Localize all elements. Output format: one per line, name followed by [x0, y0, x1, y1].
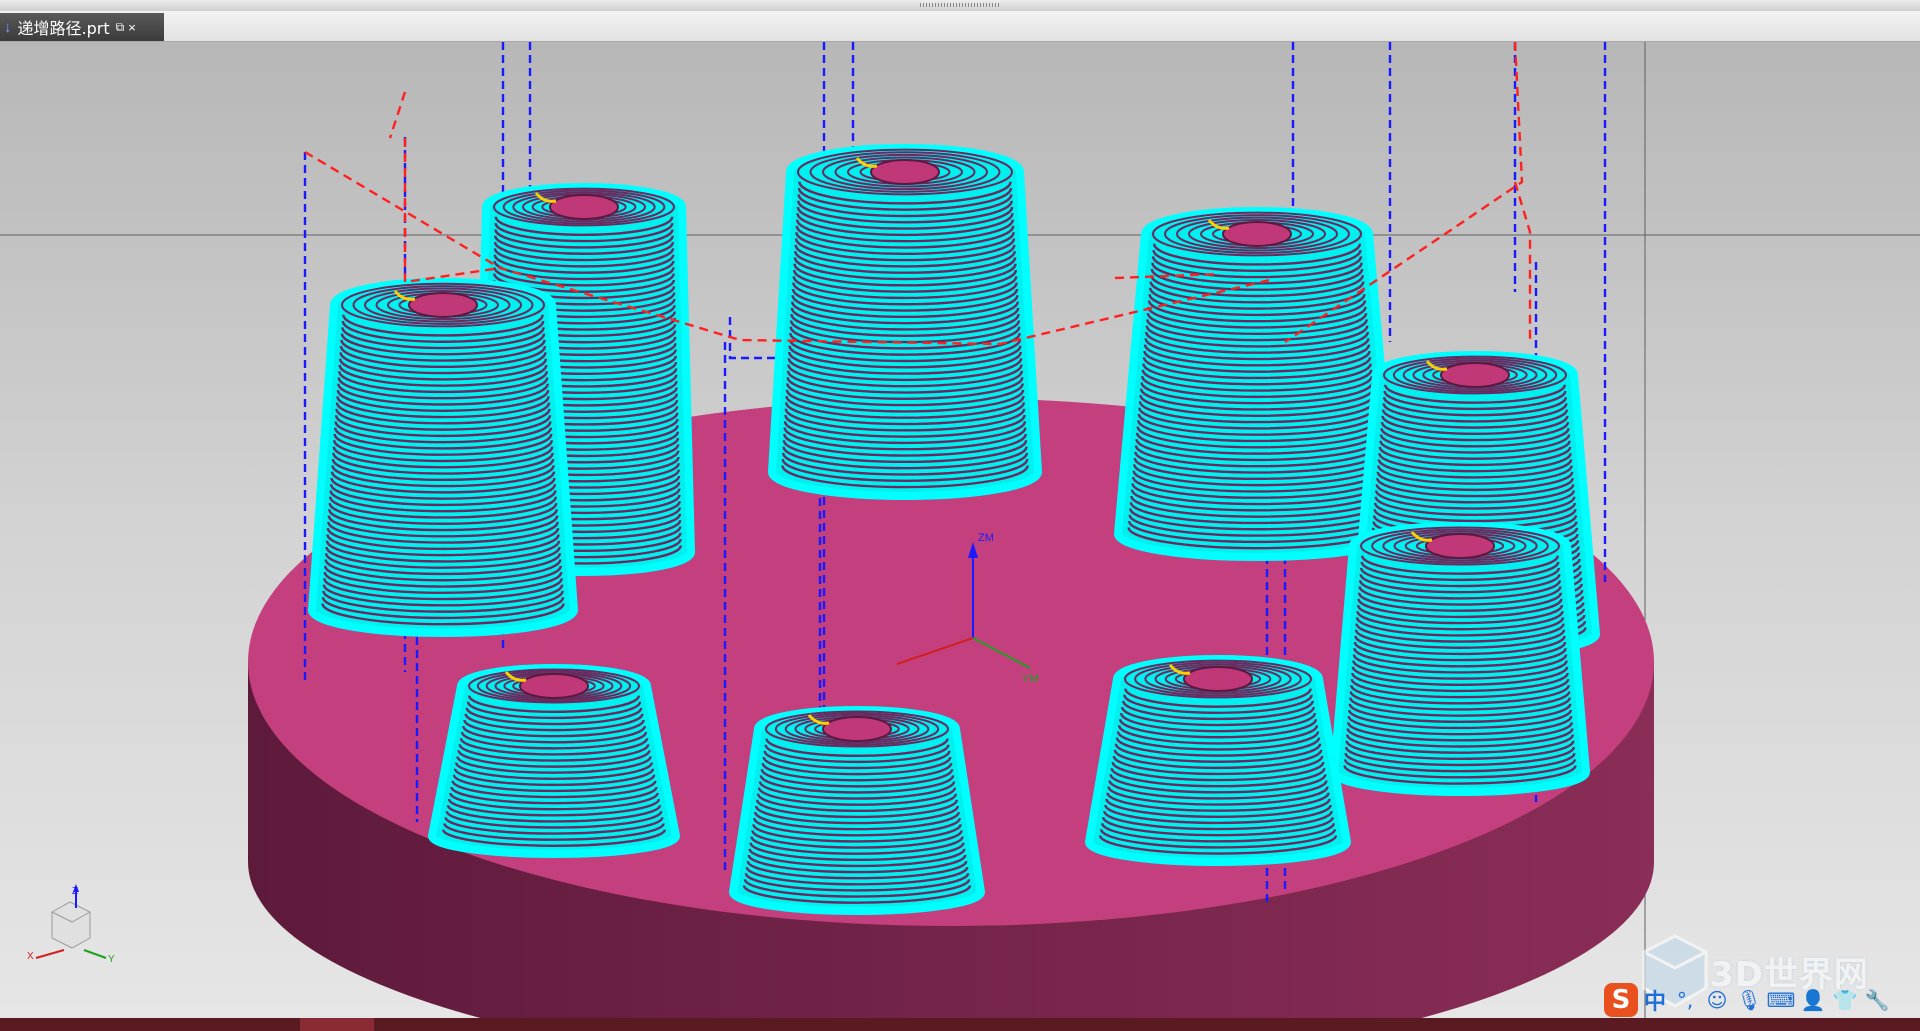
boss-6[interactable]	[1330, 522, 1590, 796]
boss-8[interactable]	[1085, 655, 1351, 866]
restore-icon[interactable]: ⧉	[116, 20, 125, 35]
boss-7[interactable]	[428, 664, 680, 858]
triad-z-label: Z	[72, 886, 78, 897]
ime-language-toggle[interactable]: 中	[1644, 984, 1666, 1016]
wrench-icon[interactable]: 🔧	[1864, 987, 1890, 1013]
sogou-logo-icon[interactable]: S	[1604, 983, 1638, 1017]
resize-grip[interactable]	[920, 3, 1000, 7]
close-icon[interactable]: ×	[128, 20, 136, 35]
smiley-icon[interactable]: ☺	[1704, 987, 1730, 1013]
punctuation-toggle[interactable]: °,	[1672, 987, 1698, 1013]
microphone-icon[interactable]: 🎙	[1736, 987, 1762, 1013]
pin-icon[interactable]: ↓	[4, 19, 12, 36]
boss-5[interactable]	[308, 278, 578, 637]
taskbar-active-segment[interactable]	[300, 1018, 374, 1031]
wcs-z-label: ZM	[978, 532, 994, 544]
graphics-viewport[interactable]: ZM YM Z X Y	[0, 42, 1920, 1018]
wcs-y-label: YM	[1022, 673, 1039, 685]
ime-toolbar[interactable]: S 中 °, ☺ 🎙 ⌨ 👤 👕 🔧	[1604, 983, 1890, 1017]
taskbar-strip	[0, 1018, 1920, 1031]
triad-y-label: Y	[108, 954, 115, 965]
document-tab-label: 递增路径.prt	[17, 19, 110, 38]
boss-3[interactable]	[1114, 207, 1400, 561]
document-tab[interactable]: ↓ 递增路径.prt ⧉ ×	[0, 13, 164, 41]
shirt-icon[interactable]: 👕	[1832, 987, 1858, 1013]
document-tab-bar: ↓ 递增路径.prt ⧉ ×	[0, 11, 1920, 42]
boss-2[interactable]	[768, 144, 1042, 500]
cam-scene[interactable]: ZM YM Z X Y	[0, 42, 1920, 1018]
user-icon[interactable]: 👤	[1800, 987, 1826, 1013]
keyboard-icon[interactable]: ⌨	[1767, 987, 1796, 1013]
boss-9[interactable]	[729, 706, 985, 915]
triad-x-label: X	[27, 951, 34, 962]
